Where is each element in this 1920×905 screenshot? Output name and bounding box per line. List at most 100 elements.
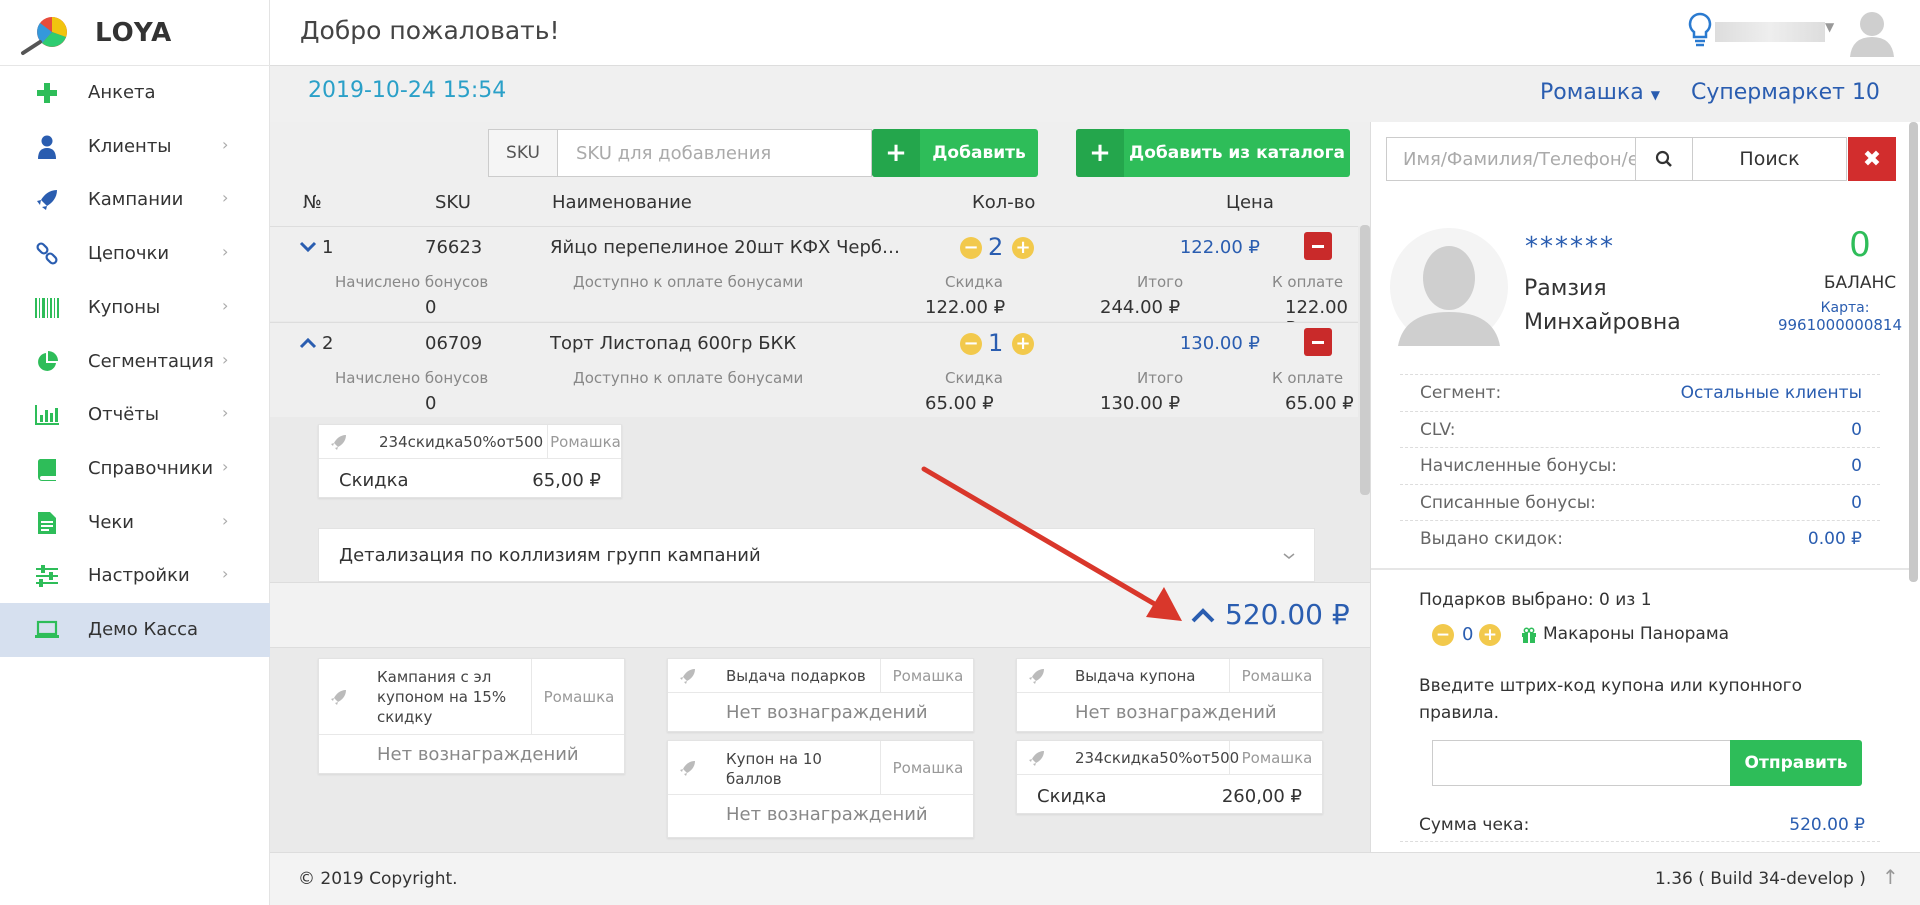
plus-icon: + [872, 129, 920, 177]
row-name: Торт Листопад 600гр БКК [550, 333, 797, 354]
lightbulb-icon[interactable] [1685, 10, 1715, 50]
client-field-value: 0 [1851, 419, 1862, 440]
divider [1400, 841, 1880, 842]
row-discount: 65.00 ₽ [925, 393, 994, 414]
sidebar-item[interactable]: Сегментация › [0, 335, 270, 389]
gift-qty: 0 [1462, 624, 1474, 645]
balance-value: 0 [1849, 225, 1871, 265]
campaign-card: Купон на 10 баллов Ромашка Нет вознагражде… [667, 740, 974, 838]
logo[interactable]: LOYA [0, 0, 270, 66]
sidebar-item-label: Цепочки [88, 243, 170, 265]
scroll-top-icon[interactable]: ↑ [1882, 865, 1899, 889]
book-icon [30, 456, 64, 482]
campaign-title: Купон на 10 баллов [726, 750, 822, 788]
search-icon-button[interactable] [1635, 137, 1693, 181]
sidebar-item[interactable]: Анкета [0, 66, 270, 120]
sidebar-item[interactable]: Кампании › [0, 173, 270, 227]
remove-row-button[interactable] [1304, 232, 1332, 260]
chevron-right-icon: › [222, 349, 229, 369]
client-masked-name: ****** [1525, 232, 1615, 262]
sidebar-item[interactable]: Справочники › [0, 442, 270, 496]
chevron-right-icon: › [222, 456, 229, 476]
client-scrollbar[interactable] [1909, 122, 1918, 582]
rocket-icon [319, 425, 359, 459]
close-button[interactable]: ✖ [1848, 137, 1896, 181]
qty-plus-button[interactable]: + [1012, 237, 1034, 259]
coupon-input[interactable] [1432, 740, 1732, 786]
campaign-title: 234скидка50%от500 [1075, 749, 1240, 767]
sku-input[interactable] [557, 129, 872, 177]
org-name: Ромашка [1540, 80, 1644, 105]
rocket-icon [668, 741, 708, 795]
chevron-down-icon[interactable] [298, 239, 318, 253]
chevron-up-icon[interactable] [1190, 606, 1216, 624]
caret-down-icon[interactable]: ▼ [1825, 20, 1834, 34]
plus-icon: + [1076, 129, 1124, 177]
campaign-card: Выдача купона Ромашка Нет вознаграждений [1016, 658, 1323, 732]
search-button[interactable]: Поиск [1692, 137, 1847, 181]
sidebar-item[interactable]: Клиенты › [0, 120, 270, 174]
client-patronymic: Минхайровна [1524, 310, 1681, 335]
gift-plus-button[interactable]: + [1479, 624, 1501, 646]
client-field-value: 0 [1851, 456, 1862, 476]
client-search-input[interactable] [1386, 137, 1636, 181]
add-from-catalog-label: Добавить из каталога [1129, 143, 1345, 163]
gift-minus-button[interactable]: − [1432, 624, 1454, 646]
row-total: 244.00 ₽ [1100, 297, 1181, 318]
chevron-up-icon[interactable] [298, 335, 318, 349]
sidebar-item[interactable]: Купоны › [0, 281, 270, 335]
sku-label: SKU [488, 129, 558, 177]
link-icon [30, 241, 64, 267]
submit-coupon-button[interactable]: Отправить [1730, 740, 1862, 786]
qty-minus-button[interactable]: − [960, 237, 982, 259]
row-sub-label: Скидка [945, 273, 1003, 291]
campaign-reward: Нет вознаграждений [726, 804, 928, 825]
sliders-icon [30, 563, 64, 589]
row-price: 122.00 ₽ [1179, 237, 1260, 258]
user-menu[interactable] [1715, 22, 1825, 42]
row-name: Яйцо перепелиное 20шт КФХ Чербаев [550, 237, 910, 258]
collision-label: Детализация по коллизиям групп кампаний [339, 545, 761, 566]
logo-icon [21, 17, 67, 55]
row-sub-label: К оплате [1272, 369, 1344, 387]
client-photo [1390, 228, 1508, 346]
col-header-sku: SKU [435, 192, 471, 213]
sidebar-item-label: Отчёты [88, 404, 160, 426]
client-field-label: CLV: [1420, 419, 1456, 440]
chevron-right-icon: › [222, 242, 229, 262]
card-label: Карта: [1820, 300, 1870, 316]
sidebar-item[interactable]: Отчёты › [0, 388, 270, 442]
add-from-catalog-button[interactable]: + Добавить из каталога [1076, 129, 1350, 177]
card-number[interactable]: 9961000000814 [1740, 316, 1920, 334]
org-dropdown[interactable]: Ромашка ▼ [1540, 80, 1660, 105]
row-qty: 2 [988, 233, 1004, 261]
row-discount: 122.00 ₽ [925, 297, 1006, 318]
store-name[interactable]: Супермаркет 10 [1691, 80, 1880, 105]
col-header-price: Цена [1226, 192, 1274, 213]
row-total: 130.00 ₽ [1100, 393, 1181, 414]
qty-plus-button[interactable]: + [1012, 333, 1034, 355]
minus-icon [1312, 340, 1324, 344]
table-row: 1 76623 Яйцо перепелиное 20шт КФХ Чербаев −… [270, 226, 1358, 339]
row-sub-label: Начислено бонусов [335, 273, 489, 291]
row-number: 2 [322, 333, 334, 354]
row-number: 1 [322, 237, 334, 258]
chevron-right-icon: › [222, 510, 229, 530]
sidebar-item[interactable]: Настройки › [0, 549, 270, 603]
rocket-icon [30, 187, 64, 213]
top-bar: Добро пожаловать! ▼ [270, 0, 1920, 66]
cart-scrollbar[interactable] [1360, 225, 1370, 495]
user-icon [30, 134, 64, 160]
sidebar-item[interactable]: Демо Касса [0, 603, 270, 657]
qty-minus-button[interactable]: − [960, 333, 982, 355]
add-button[interactable]: + Добавить [872, 129, 1038, 177]
chevron-down-icon [1283, 553, 1295, 559]
client-field: CLV: 0 [1400, 410, 1880, 448]
sidebar-item[interactable]: Цепочки › [0, 227, 270, 281]
col-header-qty: Кол-во [972, 192, 1036, 213]
sidebar-item[interactable]: Чеки › [0, 496, 270, 550]
avatar[interactable] [1848, 7, 1896, 57]
cart-total: 520.00 ₽ [1225, 598, 1350, 631]
sidebar-item-label: Чеки [88, 511, 134, 533]
remove-row-button[interactable] [1304, 328, 1332, 356]
